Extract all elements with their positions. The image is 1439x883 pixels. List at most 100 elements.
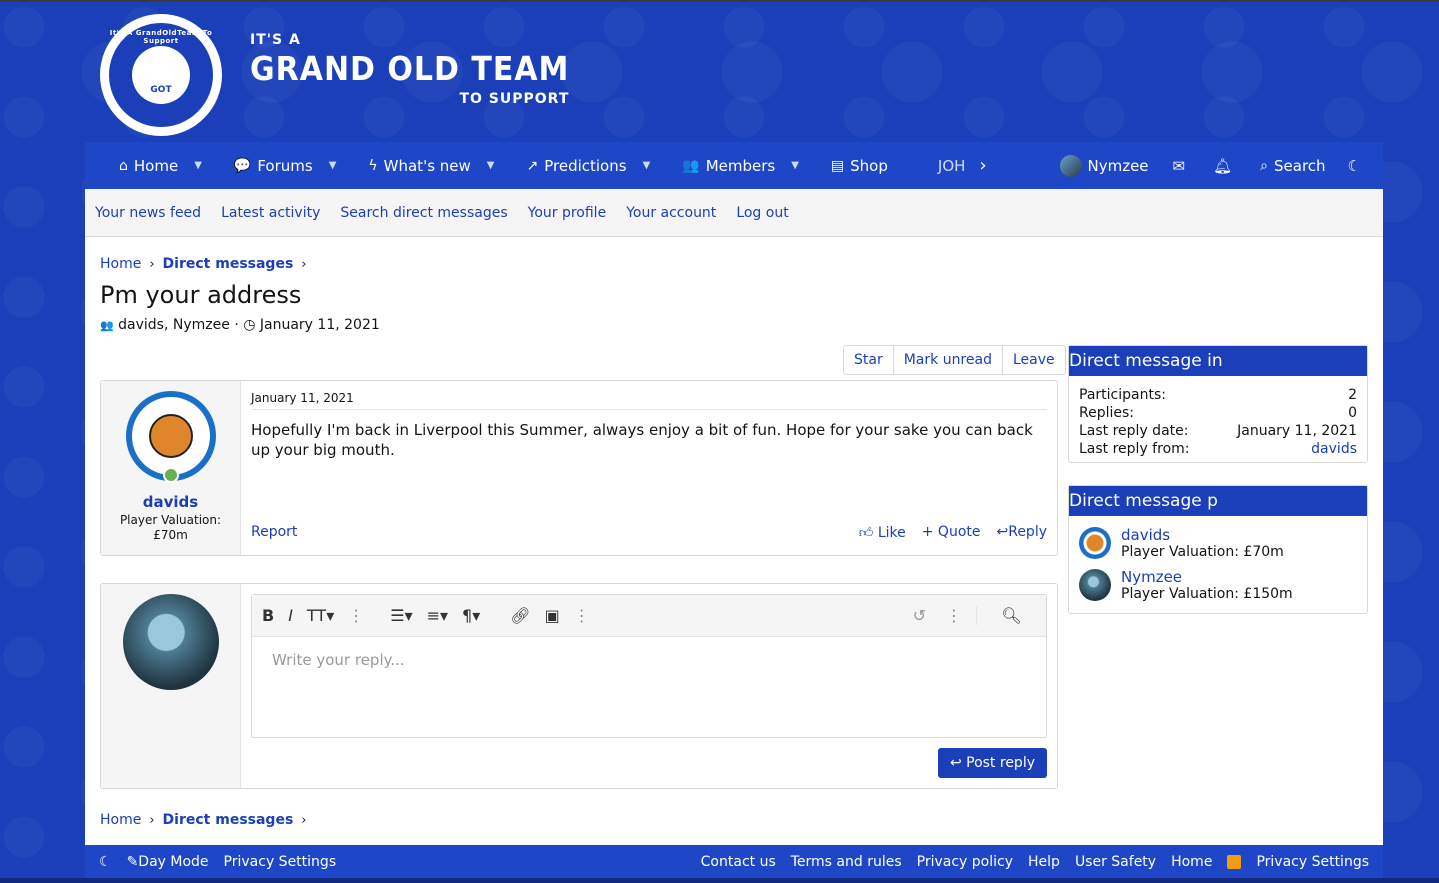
- nav-theme-toggle[interactable]: ☾: [1340, 142, 1383, 189]
- chevron-down-icon[interactable]: ▼: [329, 160, 337, 171]
- info-row: Participants: 2: [1069, 386, 1367, 404]
- avatar[interactable]: [125, 391, 216, 483]
- site-logo[interactable]: It's A GrandOldTeam To Support GOT: [100, 14, 222, 136]
- chevron-right-icon: ›: [301, 812, 307, 828]
- nav-inbox[interactable]: ✉: [1159, 142, 1200, 189]
- subnav-your-account[interactable]: Your account: [626, 205, 716, 221]
- like-button[interactable]: 👍︎ Like: [859, 524, 906, 541]
- nav-user-area: Nymzee ✉ 🔔︎ ⌕ Search ☾: [1060, 142, 1383, 189]
- more-options-icon[interactable]: ⋮: [946, 606, 962, 625]
- users-icon: 👥: [100, 319, 114, 332]
- text-size-icon[interactable]: TT▾: [307, 606, 334, 625]
- search-icon: ⌕: [1260, 157, 1268, 174]
- footer-help[interactable]: Help: [1028, 854, 1060, 870]
- message-date[interactable]: January 11, 2021: [251, 391, 1047, 410]
- breadcrumb-direct-messages[interactable]: Direct messages: [163, 256, 294, 272]
- nav-members[interactable]: 👥 Members ▼: [666, 142, 815, 189]
- privacy-settings-left[interactable]: Privacy Settings: [224, 854, 337, 870]
- home-icon: ⌂: [119, 157, 128, 174]
- avatar[interactable]: [122, 594, 219, 690]
- footer-contact-us[interactable]: Contact us: [701, 854, 776, 870]
- chevron-down-icon[interactable]: ▼: [487, 160, 495, 171]
- info-value: 2: [1348, 387, 1357, 403]
- breadcrumb-direct-messages[interactable]: Direct messages: [163, 812, 294, 828]
- info-label: Last reply from:: [1079, 441, 1190, 457]
- breadcrumb: Home › Direct messages ›: [100, 256, 314, 272]
- chevron-down-icon[interactable]: ▼: [643, 160, 651, 171]
- chevron-down-icon[interactable]: ▼: [791, 160, 799, 171]
- reply-editor: B I TT▾ ⋮ ☰▾ ≡▾ ¶▾ 🔗︎ ▣ ⋮ ↺ ⋮ 🔍︎ Write y…: [241, 584, 1057, 788]
- post-reply-button[interactable]: ↩ Post reply: [937, 748, 1047, 778]
- align-icon[interactable]: ≡▾: [427, 606, 448, 625]
- nav-forums[interactable]: 💬 Forums ▼: [218, 142, 353, 189]
- logo-emblem: It's A GrandOldTeam To Support GOT: [106, 20, 216, 130]
- message-author[interactable]: davids: [143, 493, 198, 511]
- subnav-news-feed[interactable]: Your news feed: [95, 205, 201, 221]
- undo-icon[interactable]: ↺: [913, 606, 926, 625]
- day-mode-link[interactable]: ✎Day Mode: [127, 854, 209, 870]
- report-link[interactable]: Report: [251, 524, 297, 541]
- reply-icon: ↩: [996, 524, 1009, 540]
- participant-name[interactable]: davids: [1121, 526, 1284, 544]
- subnav-log-out[interactable]: Log out: [736, 205, 788, 221]
- footer-privacy-policy[interactable]: Privacy policy: [917, 854, 1013, 870]
- info-rows: Participants: 2 Replies: 0 Last reply da…: [1069, 380, 1367, 458]
- nav-username: Nymzee: [1087, 156, 1149, 175]
- like-label: Like: [877, 525, 906, 541]
- breadcrumb-home[interactable]: Home: [100, 256, 141, 272]
- list-icon[interactable]: ☰▾: [390, 606, 412, 625]
- more-options-icon[interactable]: ⋮: [574, 606, 590, 625]
- pencil-icon: ✎: [126, 853, 139, 870]
- paragraph-icon[interactable]: ¶▾: [462, 606, 480, 625]
- nav-shop-label: Shop: [850, 156, 888, 175]
- reply-button[interactable]: ↩Reply: [996, 524, 1047, 541]
- nav-alerts[interactable]: 🔔︎: [1199, 142, 1246, 189]
- nav-whats-new[interactable]: ϟ What's new ▼: [352, 142, 510, 189]
- avatar[interactable]: [1079, 569, 1111, 601]
- italic-icon[interactable]: I: [288, 606, 293, 625]
- nav-predictions-label: Predictions: [544, 156, 627, 175]
- privacy-settings-right[interactable]: Privacy Settings: [1256, 854, 1369, 870]
- nav-home-label: Home: [133, 156, 179, 175]
- subnav-latest-activity[interactable]: Latest activity: [221, 205, 320, 221]
- preview-icon[interactable]: 🔍︎: [976, 606, 1046, 625]
- moon-icon[interactable]: ☾: [99, 854, 112, 870]
- quote-button[interactable]: + Quote: [922, 524, 981, 541]
- conversation-actions: Star Mark unread Leave: [843, 345, 1066, 375]
- message-user-cell: davids Player Valuation: £70m: [101, 381, 241, 555]
- nav-predictions[interactable]: ↗ Predictions ▼: [510, 142, 666, 189]
- nav-account[interactable]: Nymzee: [1060, 142, 1158, 189]
- reply-input[interactable]: Write your reply...: [272, 651, 405, 669]
- star-button[interactable]: Star: [844, 346, 894, 374]
- site-title[interactable]: IT'S A GRAND OLD TEAM TO SUPPORT: [250, 32, 569, 107]
- nav-scroll-right[interactable]: ›: [971, 142, 994, 189]
- leave-button[interactable]: Leave: [1003, 346, 1065, 374]
- bold-icon[interactable]: B: [262, 606, 274, 625]
- site-header: It's A GrandOldTeam To Support GOT IT'S …: [85, 2, 1383, 142]
- link-icon[interactable]: 🔗︎: [510, 606, 530, 625]
- participant-name[interactable]: Nymzee: [1121, 568, 1293, 586]
- footer-terms[interactable]: Terms and rules: [791, 854, 902, 870]
- participant-title: Player Valuation: £70m: [1121, 544, 1284, 560]
- conversation-date: January 11, 2021: [259, 317, 380, 333]
- image-icon[interactable]: ▣: [545, 606, 560, 625]
- nav-members-label: Members: [705, 156, 776, 175]
- last-reply-user-link[interactable]: davids: [1311, 440, 1357, 458]
- quote-label: Quote: [937, 524, 981, 540]
- rss-icon[interactable]: [1227, 854, 1242, 869]
- nav-joh[interactable]: JOH: [904, 142, 972, 189]
- subnav-your-profile[interactable]: Your profile: [528, 205, 607, 221]
- chevron-down-icon[interactable]: ▼: [194, 160, 202, 171]
- chevron-right-icon: ›: [979, 155, 987, 176]
- footer-home[interactable]: Home: [1171, 854, 1212, 870]
- footer-user-safety[interactable]: User Safety: [1075, 854, 1156, 870]
- mark-unread-button[interactable]: Mark unread: [894, 346, 1003, 374]
- main-nav: ⌂ Home ▼ 💬 Forums ▼ ϟ What's new ▼ ↗ Pre…: [85, 142, 1383, 189]
- nav-home[interactable]: ⌂ Home ▼: [85, 142, 218, 189]
- more-options-icon[interactable]: ⋮: [348, 606, 364, 625]
- avatar[interactable]: [1079, 527, 1111, 559]
- nav-shop[interactable]: ▤ Shop: [815, 142, 904, 189]
- breadcrumb-home[interactable]: Home: [100, 812, 141, 828]
- subnav-search-dms[interactable]: Search direct messages: [340, 205, 507, 221]
- nav-search[interactable]: ⌕ Search: [1246, 142, 1339, 189]
